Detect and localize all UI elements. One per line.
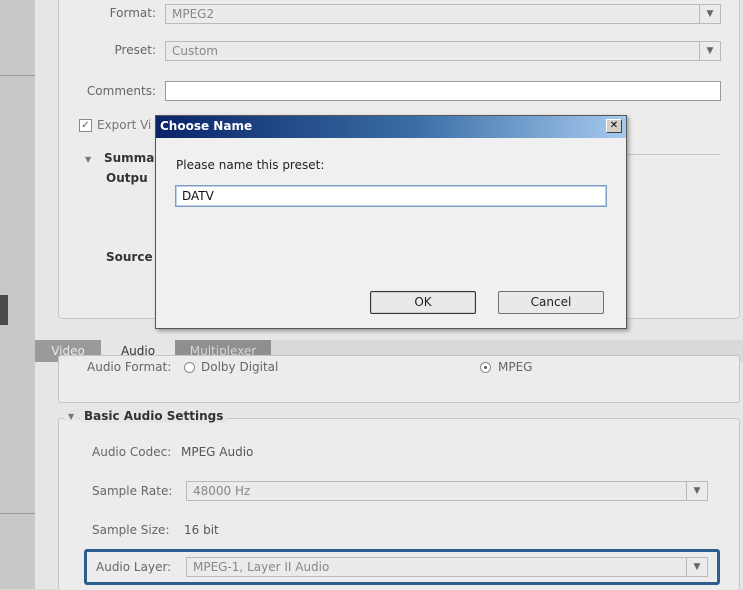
audio-layer-select[interactable]: MPEG-1, Layer II Audio ▼	[186, 557, 708, 577]
preset-name-input[interactable]: DATV	[175, 185, 607, 207]
radio-dolby-digital-label: Dolby Digital	[201, 360, 279, 374]
cancel-button[interactable]: Cancel	[498, 291, 604, 314]
comments-field[interactable]	[165, 81, 721, 101]
export-video-label: Export Vi	[97, 118, 152, 132]
chevron-down-icon: ▼	[699, 5, 720, 23]
comments-label: Comments:	[86, 84, 156, 98]
audio-codec-value: MPEG Audio	[181, 445, 254, 459]
close-icon[interactable]: ✕	[606, 119, 622, 133]
sample-rate-select[interactable]: 48000 Hz ▼	[186, 481, 708, 501]
format-select[interactable]: MPEG2 ▼	[165, 4, 721, 24]
audio-layer-label: Audio Layer:	[96, 560, 172, 574]
left-strip-dark-segment	[0, 295, 8, 325]
summary-collapse-icon[interactable]: ▼	[85, 155, 91, 164]
left-strip	[0, 0, 35, 589]
summary-label: Summa	[104, 151, 155, 165]
radio-mpeg[interactable]	[480, 362, 491, 373]
left-strip-divider	[0, 513, 35, 514]
chevron-down-icon: ▼	[686, 482, 707, 500]
chevron-down-icon: ▼	[699, 42, 720, 60]
format-value: MPEG2	[172, 7, 215, 21]
left-strip-divider	[0, 75, 35, 76]
sample-size-label: Sample Size:	[92, 523, 170, 537]
dialog-prompt: Please name this preset:	[176, 158, 325, 172]
chevron-down-icon: ▼	[686, 558, 707, 576]
format-label: Format:	[109, 6, 156, 20]
dialog-title: Choose Name	[160, 119, 253, 133]
summary-divider	[628, 154, 720, 155]
preset-select[interactable]: Custom ▼	[165, 41, 721, 61]
source-label: Source	[106, 250, 153, 264]
sample-rate-value: 48000 Hz	[193, 484, 251, 498]
output-label: Outpu	[106, 171, 148, 185]
audio-format-label: Audio Format:	[87, 360, 172, 374]
radio-mpeg-label: MPEG	[498, 360, 533, 374]
ok-button[interactable]: OK	[370, 291, 476, 314]
radio-dolby-digital[interactable]	[184, 362, 195, 373]
basic-audio-settings-title: Basic Audio Settings	[80, 409, 228, 423]
export-video-checkbox[interactable]: ✓	[79, 119, 92, 132]
basic-audio-collapse-icon[interactable]: ▼	[64, 412, 79, 421]
audio-codec-label: Audio Codec:	[92, 445, 172, 459]
preset-value: Custom	[172, 44, 218, 58]
dialog-title-bar[interactable]: Choose Name ✕	[156, 116, 626, 138]
sample-size-value: 16 bit	[184, 523, 219, 537]
preset-label: Preset:	[114, 43, 156, 57]
audio-layer-value: MPEG-1, Layer II Audio	[193, 560, 330, 574]
sample-rate-label: Sample Rate:	[92, 484, 173, 498]
choose-name-dialog: Choose Name ✕ Please name this preset: D…	[155, 115, 627, 329]
